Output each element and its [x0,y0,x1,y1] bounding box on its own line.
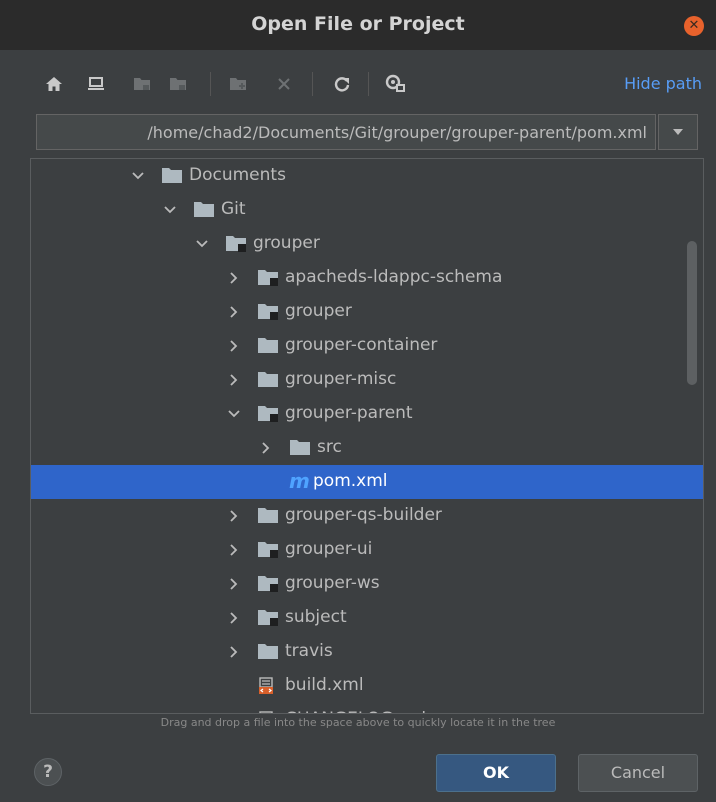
chevron-down-icon[interactable] [227,407,241,421]
module-folder-icon [226,236,246,252]
folder-icon [258,644,278,659]
desktop-icon[interactable] [84,72,108,96]
home-icon[interactable] [42,72,66,96]
tree-row-label: Documents [189,165,286,185]
folder-icon [290,440,310,455]
tree-row[interactable]: CHANGELOG.md [31,703,703,713]
chevron-right-icon[interactable] [227,339,241,353]
tree-row-label: build.xml [285,675,364,695]
ant-build-icon [259,677,273,694]
show-hidden-icon[interactable] [384,72,408,96]
tree-row[interactable]: grouper-ws [31,567,703,601]
chevron-right-icon[interactable] [227,509,241,523]
tree-row[interactable]: build.xml [31,669,703,703]
refresh-icon[interactable] [330,72,354,96]
tree-row[interactable]: grouper-container [31,329,703,363]
chevron-right-icon[interactable] [227,611,241,625]
help-button[interactable]: ? [34,758,62,786]
module-folder-icon [258,610,278,626]
chevron-down-icon [673,129,683,135]
tree-row-label: grouper [285,301,352,321]
tree-row-label: grouper-ui [285,539,373,559]
chevron-right-icon[interactable] [227,373,241,387]
tree-row-label: CHANGELOG.md [285,709,426,713]
cancel-button[interactable]: Cancel [578,754,698,792]
tree-row[interactable]: Documents [31,159,703,193]
tree-row[interactable]: grouper-parent [31,397,703,431]
chevron-right-icon[interactable] [259,441,273,455]
folder-icon [162,168,182,183]
module-folder-icon [258,406,278,422]
path-history-dropdown[interactable] [658,114,698,150]
maven-icon: m [289,469,310,493]
dialog-title: Open File or Project [251,13,465,35]
toolbar-separator [210,72,211,96]
title-bar: Open File or Project ✕ [0,0,716,50]
tree-row[interactable]: travis [31,635,703,669]
ok-button[interactable]: OK [436,754,556,792]
hide-path-link[interactable]: Hide path [624,74,702,93]
toolbar-separator [312,72,313,96]
tree-row-label: grouper-container [285,335,438,355]
project-folder-icon[interactable] [130,72,154,96]
tree-row-label: pom.xml [313,471,388,491]
module-folder-icon [258,270,278,286]
tree-row-label: src [317,437,342,457]
chevron-right-icon[interactable] [227,645,241,659]
chevron-down-icon[interactable] [131,169,145,183]
open-file-dialog: Open File or Project ✕ Hide path /home/c… [0,0,716,802]
tree-row[interactable]: apacheds-ldappc-schema [31,261,703,295]
path-field[interactable]: /home/chad2/Documents/Git/grouper/groupe… [36,114,656,150]
toolbar [0,64,716,104]
tree-row-label: grouper-misc [285,369,397,389]
path-value: /home/chad2/Documents/Git/grouper/groupe… [147,123,647,142]
folder-icon [258,508,278,523]
chevron-right-icon[interactable] [227,305,241,319]
chevron-right-icon[interactable] [227,271,241,285]
tree-row-label: Git [221,199,246,219]
folder-icon [258,338,278,353]
tree-row[interactable]: Git [31,193,703,227]
tree-row[interactable]: grouper [31,227,703,261]
tree-row-label: grouper-ws [285,573,380,593]
module-folder-icon[interactable] [166,72,190,96]
tree-row[interactable]: grouper-qs-builder [31,499,703,533]
module-folder-icon [258,304,278,320]
drag-drop-hint: Drag and drop a file into the space abov… [160,716,556,729]
tree-row-label: travis [285,641,333,661]
chevron-right-icon[interactable] [227,543,241,557]
chevron-down-icon[interactable] [195,237,209,251]
delete-icon[interactable] [272,72,296,96]
close-icon[interactable]: ✕ [684,16,704,36]
chevron-right-icon[interactable] [227,577,241,591]
folder-icon [258,372,278,387]
tree-row-label: grouper-qs-builder [285,505,442,525]
tree-row[interactable]: grouper-ui [31,533,703,567]
tree-row-label: subject [285,607,347,627]
tree-scrollbar[interactable] [687,241,697,385]
module-folder-icon [258,542,278,558]
folder-icon [194,202,214,217]
tree-row[interactable]: m pom.xml [31,465,703,499]
tree-row[interactable]: src [31,431,703,465]
markdown-file-icon [259,711,273,713]
tree-row[interactable]: subject [31,601,703,635]
toolbar-separator [368,72,369,96]
tree-row-label: grouper [253,233,320,253]
tree-row[interactable]: grouper-misc [31,363,703,397]
file-tree[interactable]: Documents Git grouper apacheds-ldappc-schem… [30,158,704,714]
tree-row-label: apacheds-ldappc-schema [285,267,503,287]
module-folder-icon [258,576,278,592]
tree-row[interactable]: grouper [31,295,703,329]
new-folder-icon[interactable] [226,72,250,96]
chevron-down-icon[interactable] [163,203,177,217]
tree-row-label: grouper-parent [285,403,413,423]
